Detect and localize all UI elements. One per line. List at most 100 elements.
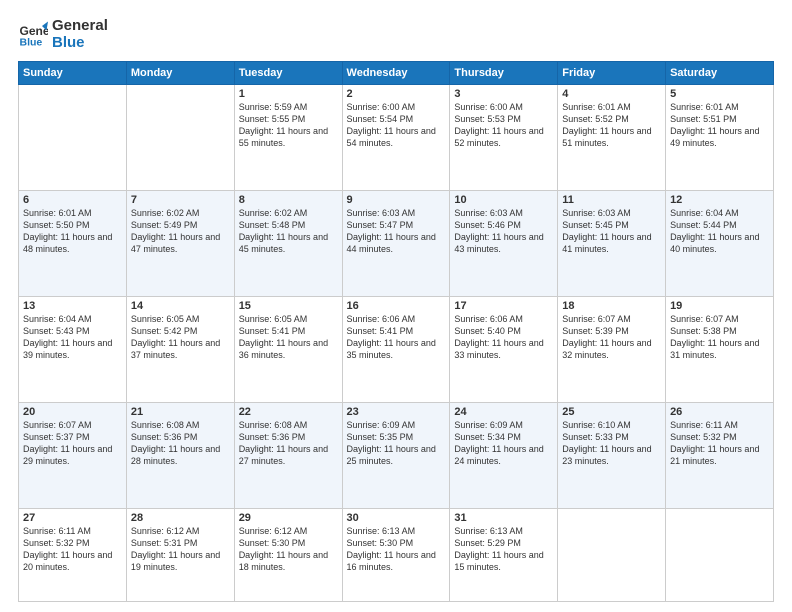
calendar-week-row: 13Sunrise: 6:04 AMSunset: 5:43 PMDayligh… xyxy=(19,296,774,402)
calendar-cell: 1Sunrise: 5:59 AMSunset: 5:55 PMDaylight… xyxy=(234,85,342,191)
calendar-week-row: 1Sunrise: 5:59 AMSunset: 5:55 PMDaylight… xyxy=(19,85,774,191)
cell-info: Sunrise: 5:59 AMSunset: 5:55 PMDaylight:… xyxy=(239,101,338,150)
cell-info: Sunrise: 6:08 AMSunset: 5:36 PMDaylight:… xyxy=(239,419,338,468)
logo-blue: Blue xyxy=(52,35,108,52)
day-number: 20 xyxy=(23,406,122,418)
calendar-cell: 24Sunrise: 6:09 AMSunset: 5:34 PMDayligh… xyxy=(450,402,558,508)
weekday-header: Friday xyxy=(558,62,666,85)
cell-info: Sunrise: 6:04 AMSunset: 5:43 PMDaylight:… xyxy=(23,313,122,362)
calendar-cell: 3Sunrise: 6:00 AMSunset: 5:53 PMDaylight… xyxy=(450,85,558,191)
cell-info: Sunrise: 6:09 AMSunset: 5:35 PMDaylight:… xyxy=(347,419,446,468)
day-number: 13 xyxy=(23,300,122,312)
day-number: 4 xyxy=(562,88,661,100)
calendar-cell: 14Sunrise: 6:05 AMSunset: 5:42 PMDayligh… xyxy=(126,296,234,402)
cell-info: Sunrise: 6:03 AMSunset: 5:45 PMDaylight:… xyxy=(562,207,661,256)
weekday-header: Wednesday xyxy=(342,62,450,85)
cell-info: Sunrise: 6:09 AMSunset: 5:34 PMDaylight:… xyxy=(454,419,553,468)
logo-icon: General Blue xyxy=(18,20,48,50)
day-number: 22 xyxy=(239,406,338,418)
day-number: 19 xyxy=(670,300,769,312)
calendar-cell: 13Sunrise: 6:04 AMSunset: 5:43 PMDayligh… xyxy=(19,296,127,402)
cell-info: Sunrise: 6:06 AMSunset: 5:40 PMDaylight:… xyxy=(454,313,553,362)
cell-info: Sunrise: 6:01 AMSunset: 5:51 PMDaylight:… xyxy=(670,101,769,150)
calendar-cell: 27Sunrise: 6:11 AMSunset: 5:32 PMDayligh… xyxy=(19,508,127,601)
calendar-cell: 11Sunrise: 6:03 AMSunset: 5:45 PMDayligh… xyxy=(558,190,666,296)
calendar-cell: 23Sunrise: 6:09 AMSunset: 5:35 PMDayligh… xyxy=(342,402,450,508)
logo-general: General xyxy=(52,18,108,35)
day-number: 5 xyxy=(670,88,769,100)
calendar-table: SundayMondayTuesdayWednesdayThursdayFrid… xyxy=(18,61,774,602)
svg-text:Blue: Blue xyxy=(20,36,43,48)
cell-info: Sunrise: 6:13 AMSunset: 5:29 PMDaylight:… xyxy=(454,525,553,574)
day-number: 2 xyxy=(347,88,446,100)
day-number: 25 xyxy=(562,406,661,418)
calendar-cell: 16Sunrise: 6:06 AMSunset: 5:41 PMDayligh… xyxy=(342,296,450,402)
cell-info: Sunrise: 6:07 AMSunset: 5:39 PMDaylight:… xyxy=(562,313,661,362)
day-number: 1 xyxy=(239,88,338,100)
cell-info: Sunrise: 6:07 AMSunset: 5:37 PMDaylight:… xyxy=(23,419,122,468)
day-number: 30 xyxy=(347,512,446,524)
day-number: 17 xyxy=(454,300,553,312)
weekday-header: Tuesday xyxy=(234,62,342,85)
calendar-cell: 10Sunrise: 6:03 AMSunset: 5:46 PMDayligh… xyxy=(450,190,558,296)
weekday-header: Monday xyxy=(126,62,234,85)
logo: General Blue General Blue xyxy=(18,18,108,51)
cell-info: Sunrise: 6:05 AMSunset: 5:42 PMDaylight:… xyxy=(131,313,230,362)
calendar-cell xyxy=(666,508,774,601)
cell-info: Sunrise: 6:05 AMSunset: 5:41 PMDaylight:… xyxy=(239,313,338,362)
day-number: 9 xyxy=(347,194,446,206)
calendar-cell: 7Sunrise: 6:02 AMSunset: 5:49 PMDaylight… xyxy=(126,190,234,296)
calendar-cell: 31Sunrise: 6:13 AMSunset: 5:29 PMDayligh… xyxy=(450,508,558,601)
calendar-cell: 15Sunrise: 6:05 AMSunset: 5:41 PMDayligh… xyxy=(234,296,342,402)
cell-info: Sunrise: 6:10 AMSunset: 5:33 PMDaylight:… xyxy=(562,419,661,468)
day-number: 7 xyxy=(131,194,230,206)
cell-info: Sunrise: 6:11 AMSunset: 5:32 PMDaylight:… xyxy=(670,419,769,468)
day-number: 26 xyxy=(670,406,769,418)
cell-info: Sunrise: 6:07 AMSunset: 5:38 PMDaylight:… xyxy=(670,313,769,362)
cell-info: Sunrise: 6:12 AMSunset: 5:31 PMDaylight:… xyxy=(131,525,230,574)
calendar-cell: 28Sunrise: 6:12 AMSunset: 5:31 PMDayligh… xyxy=(126,508,234,601)
day-number: 14 xyxy=(131,300,230,312)
calendar-cell xyxy=(19,85,127,191)
page: General Blue General Blue SundayMondayTu… xyxy=(0,0,792,612)
cell-info: Sunrise: 6:03 AMSunset: 5:47 PMDaylight:… xyxy=(347,207,446,256)
day-number: 23 xyxy=(347,406,446,418)
calendar-cell: 4Sunrise: 6:01 AMSunset: 5:52 PMDaylight… xyxy=(558,85,666,191)
calendar-cell: 6Sunrise: 6:01 AMSunset: 5:50 PMDaylight… xyxy=(19,190,127,296)
day-number: 28 xyxy=(131,512,230,524)
day-number: 12 xyxy=(670,194,769,206)
day-number: 31 xyxy=(454,512,553,524)
calendar-cell: 17Sunrise: 6:06 AMSunset: 5:40 PMDayligh… xyxy=(450,296,558,402)
cell-info: Sunrise: 6:02 AMSunset: 5:48 PMDaylight:… xyxy=(239,207,338,256)
cell-info: Sunrise: 6:03 AMSunset: 5:46 PMDaylight:… xyxy=(454,207,553,256)
day-number: 6 xyxy=(23,194,122,206)
cell-info: Sunrise: 6:11 AMSunset: 5:32 PMDaylight:… xyxy=(23,525,122,574)
cell-info: Sunrise: 6:00 AMSunset: 5:54 PMDaylight:… xyxy=(347,101,446,150)
day-number: 10 xyxy=(454,194,553,206)
calendar-cell: 5Sunrise: 6:01 AMSunset: 5:51 PMDaylight… xyxy=(666,85,774,191)
header: General Blue General Blue xyxy=(18,18,774,51)
day-number: 3 xyxy=(454,88,553,100)
calendar-cell: 20Sunrise: 6:07 AMSunset: 5:37 PMDayligh… xyxy=(19,402,127,508)
calendar-cell: 21Sunrise: 6:08 AMSunset: 5:36 PMDayligh… xyxy=(126,402,234,508)
day-number: 24 xyxy=(454,406,553,418)
calendar-cell: 8Sunrise: 6:02 AMSunset: 5:48 PMDaylight… xyxy=(234,190,342,296)
cell-info: Sunrise: 6:01 AMSunset: 5:52 PMDaylight:… xyxy=(562,101,661,150)
cell-info: Sunrise: 6:00 AMSunset: 5:53 PMDaylight:… xyxy=(454,101,553,150)
calendar-header-row: SundayMondayTuesdayWednesdayThursdayFrid… xyxy=(19,62,774,85)
cell-info: Sunrise: 6:08 AMSunset: 5:36 PMDaylight:… xyxy=(131,419,230,468)
calendar-cell: 29Sunrise: 6:12 AMSunset: 5:30 PMDayligh… xyxy=(234,508,342,601)
day-number: 8 xyxy=(239,194,338,206)
cell-info: Sunrise: 6:12 AMSunset: 5:30 PMDaylight:… xyxy=(239,525,338,574)
cell-info: Sunrise: 6:06 AMSunset: 5:41 PMDaylight:… xyxy=(347,313,446,362)
cell-info: Sunrise: 6:13 AMSunset: 5:30 PMDaylight:… xyxy=(347,525,446,574)
weekday-header: Saturday xyxy=(666,62,774,85)
day-number: 11 xyxy=(562,194,661,206)
calendar-cell xyxy=(126,85,234,191)
day-number: 27 xyxy=(23,512,122,524)
calendar-week-row: 27Sunrise: 6:11 AMSunset: 5:32 PMDayligh… xyxy=(19,508,774,601)
calendar-week-row: 6Sunrise: 6:01 AMSunset: 5:50 PMDaylight… xyxy=(19,190,774,296)
calendar-cell: 2Sunrise: 6:00 AMSunset: 5:54 PMDaylight… xyxy=(342,85,450,191)
day-number: 16 xyxy=(347,300,446,312)
day-number: 29 xyxy=(239,512,338,524)
